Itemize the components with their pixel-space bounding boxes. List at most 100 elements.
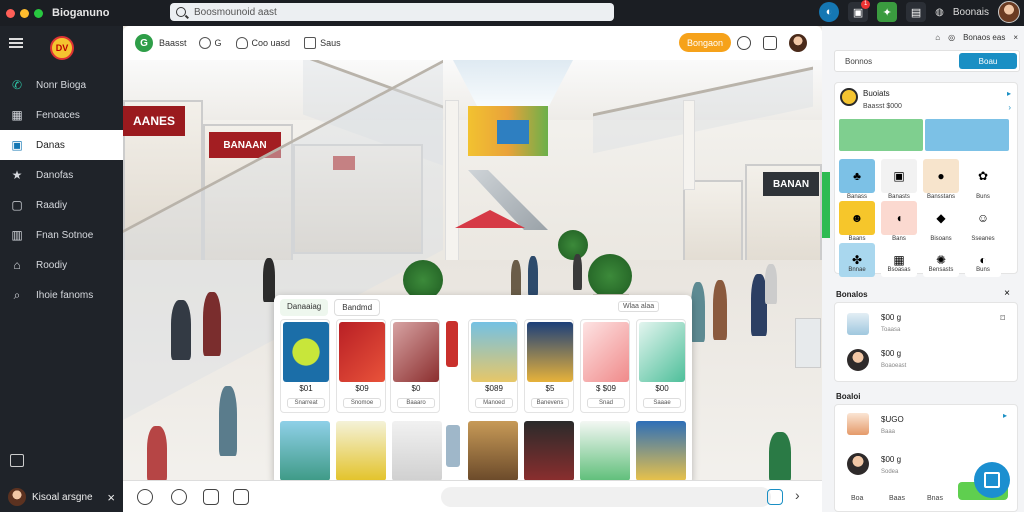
result-thumb[interactable]: [847, 453, 869, 475]
tile-label: Bisoans: [930, 236, 952, 242]
result-thumb[interactable]: [847, 313, 869, 335]
avatar[interactable]: [789, 34, 807, 52]
sidebar-item-7[interactable]: ⌕ Ihoie fanoms: [0, 280, 123, 310]
product-card[interactable]: $09 Snomoe: [336, 319, 386, 413]
product-button[interactable]: Snarreat: [287, 398, 325, 408]
notification-icon[interactable]: ▣ 1: [848, 0, 871, 22]
bottom-search-field[interactable]: [441, 487, 771, 507]
product-card[interactable]: $00 Saaae: [636, 319, 686, 413]
sidebar-item-6[interactable]: ⌂ Roodiy: [0, 250, 123, 280]
product-card[interactable]: $089 Manoed: [468, 319, 518, 413]
tab-primary[interactable]: Danaaiag: [280, 299, 329, 316]
play-icon[interactable]: ▸: [1003, 411, 1007, 420]
play-icon[interactable]: ▸: [1007, 89, 1011, 98]
category-tile[interactable]: ☻: [839, 201, 875, 235]
bottom-tab-2[interactable]: Bnas: [927, 495, 943, 502]
profile-label[interactable]: Boonais: [953, 7, 989, 18]
category-tile[interactable]: ☺: [965, 201, 1001, 235]
clock-icon[interactable]: [737, 36, 751, 50]
category-tile[interactable]: ♣: [839, 159, 875, 193]
right-search-input[interactable]: Bonnos Boau: [834, 50, 1020, 72]
product-button[interactable]: Banevens: [531, 398, 569, 408]
bookmark-icon[interactable]: ⌑: [1000, 313, 1005, 324]
bottom-tab-1[interactable]: Baas: [889, 495, 905, 502]
globe-icon[interactable]: ◍: [935, 7, 944, 18]
user-profile[interactable]: Kisoal arsgne ×: [0, 482, 123, 512]
app-icon-blue[interactable]: ◐: [819, 2, 840, 22]
category-tile[interactable]: ▣: [881, 159, 917, 193]
category-tile[interactable]: ✿: [965, 159, 1001, 193]
chat-icon[interactable]: [763, 36, 777, 50]
calendar-small-icon[interactable]: [10, 454, 24, 467]
minimize-window-button[interactable]: [20, 8, 29, 18]
sidebar-item-5[interactable]: ▥ Fnan Sotnoe: [0, 220, 123, 250]
product-card[interactable]: $0 Baaaro: [390, 319, 440, 413]
brand-icon[interactable]: G: [135, 34, 153, 52]
sidebar-item-3[interactable]: ★ Danofas: [0, 160, 123, 190]
sidebar-item-0[interactable]: ✆ Nonr Bioga: [0, 70, 123, 100]
right-search-button[interactable]: Boau: [959, 53, 1017, 69]
calendar-icon[interactable]: [233, 489, 249, 505]
share-icon[interactable]: [767, 489, 783, 505]
compass-icon[interactable]: ◎: [948, 33, 955, 42]
menu-icon[interactable]: [9, 38, 23, 48]
product-thumb[interactable]: [468, 421, 518, 481]
product-thumb[interactable]: [580, 421, 630, 481]
maximize-window-button[interactable]: [34, 8, 43, 18]
product-button[interactable]: Snad: [587, 398, 625, 408]
product-thumb[interactable]: [446, 321, 458, 367]
product-card[interactable]: $01 Snarreat: [280, 319, 330, 413]
profile-avatar[interactable]: [998, 1, 1020, 23]
category-tile[interactable]: ◖: [881, 201, 917, 235]
tile-label: Buns: [976, 194, 990, 200]
sidebar-item-2[interactable]: ▣ Danas: [0, 130, 123, 160]
product-card[interactable]: $5 Banevens: [524, 319, 574, 413]
puzzle-icon[interactable]: ✦: [877, 2, 898, 22]
category-tile[interactable]: ◆: [923, 201, 959, 235]
brand-logo[interactable]: DV: [50, 36, 74, 60]
header-item-1[interactable]: Coo uasd: [235, 37, 290, 49]
promo-banner[interactable]: [839, 119, 923, 151]
chevron-right-icon[interactable]: ›: [795, 487, 800, 503]
close-window-button[interactable]: [6, 8, 15, 18]
sidebar-item-1[interactable]: ▦ Fenoaces: [0, 100, 123, 130]
close-icon[interactable]: ×: [1013, 33, 1018, 42]
sidebar-item-4[interactable]: ▢ Raadiy: [0, 190, 123, 220]
product-button[interactable]: Baaaro: [397, 398, 435, 408]
product-button[interactable]: Snomoe: [343, 398, 381, 408]
primary-action-button[interactable]: Bongaon: [679, 33, 731, 52]
product-thumb[interactable]: [446, 425, 460, 467]
chat-fab-button[interactable]: [974, 462, 1010, 498]
result-thumb[interactable]: [847, 413, 869, 435]
bag-icon[interactable]: [171, 489, 187, 505]
result-thumb[interactable]: [847, 349, 869, 371]
product-button[interactable]: Saaae: [643, 398, 681, 408]
close-icon[interactable]: ×: [1004, 288, 1010, 299]
file-icon[interactable]: ▤: [906, 2, 927, 22]
product-thumb[interactable]: [636, 421, 686, 481]
product-thumb[interactable]: [336, 421, 386, 481]
product-thumb[interactable]: [524, 421, 574, 481]
header-item-0[interactable]: G: [198, 37, 222, 49]
close-icon[interactable]: ×: [107, 490, 115, 505]
promo-banner[interactable]: [925, 119, 1009, 151]
header-item-2[interactable]: Saus: [304, 37, 341, 49]
home-icon[interactable]: ⌂: [935, 33, 940, 42]
tab-secondary[interactable]: Bandmd: [334, 299, 381, 316]
filter-chip[interactable]: Wlaa alaa: [618, 301, 660, 312]
category-tile[interactable]: ●: [923, 159, 959, 193]
address-bar[interactable]: Boosmounoid aast: [170, 3, 614, 21]
product-thumb[interactable]: [392, 421, 442, 481]
bottom-tab-0[interactable]: Boa: [851, 495, 863, 502]
tile-label: Bsoasas: [887, 267, 911, 273]
map-icon: ⌂: [13, 258, 21, 272]
product-card[interactable]: $ $09 Snad: [580, 319, 630, 413]
shopper: [528, 256, 538, 296]
product-button[interactable]: Manoed: [475, 398, 513, 408]
receipt-icon[interactable]: [203, 489, 219, 505]
product-thumb[interactable]: [280, 421, 330, 481]
brand-label[interactable]: Baasst: [159, 38, 187, 48]
dollar-icon[interactable]: [137, 489, 153, 505]
phone-icon: ✆: [11, 78, 23, 92]
chevron-icon[interactable]: ›: [1008, 103, 1011, 112]
